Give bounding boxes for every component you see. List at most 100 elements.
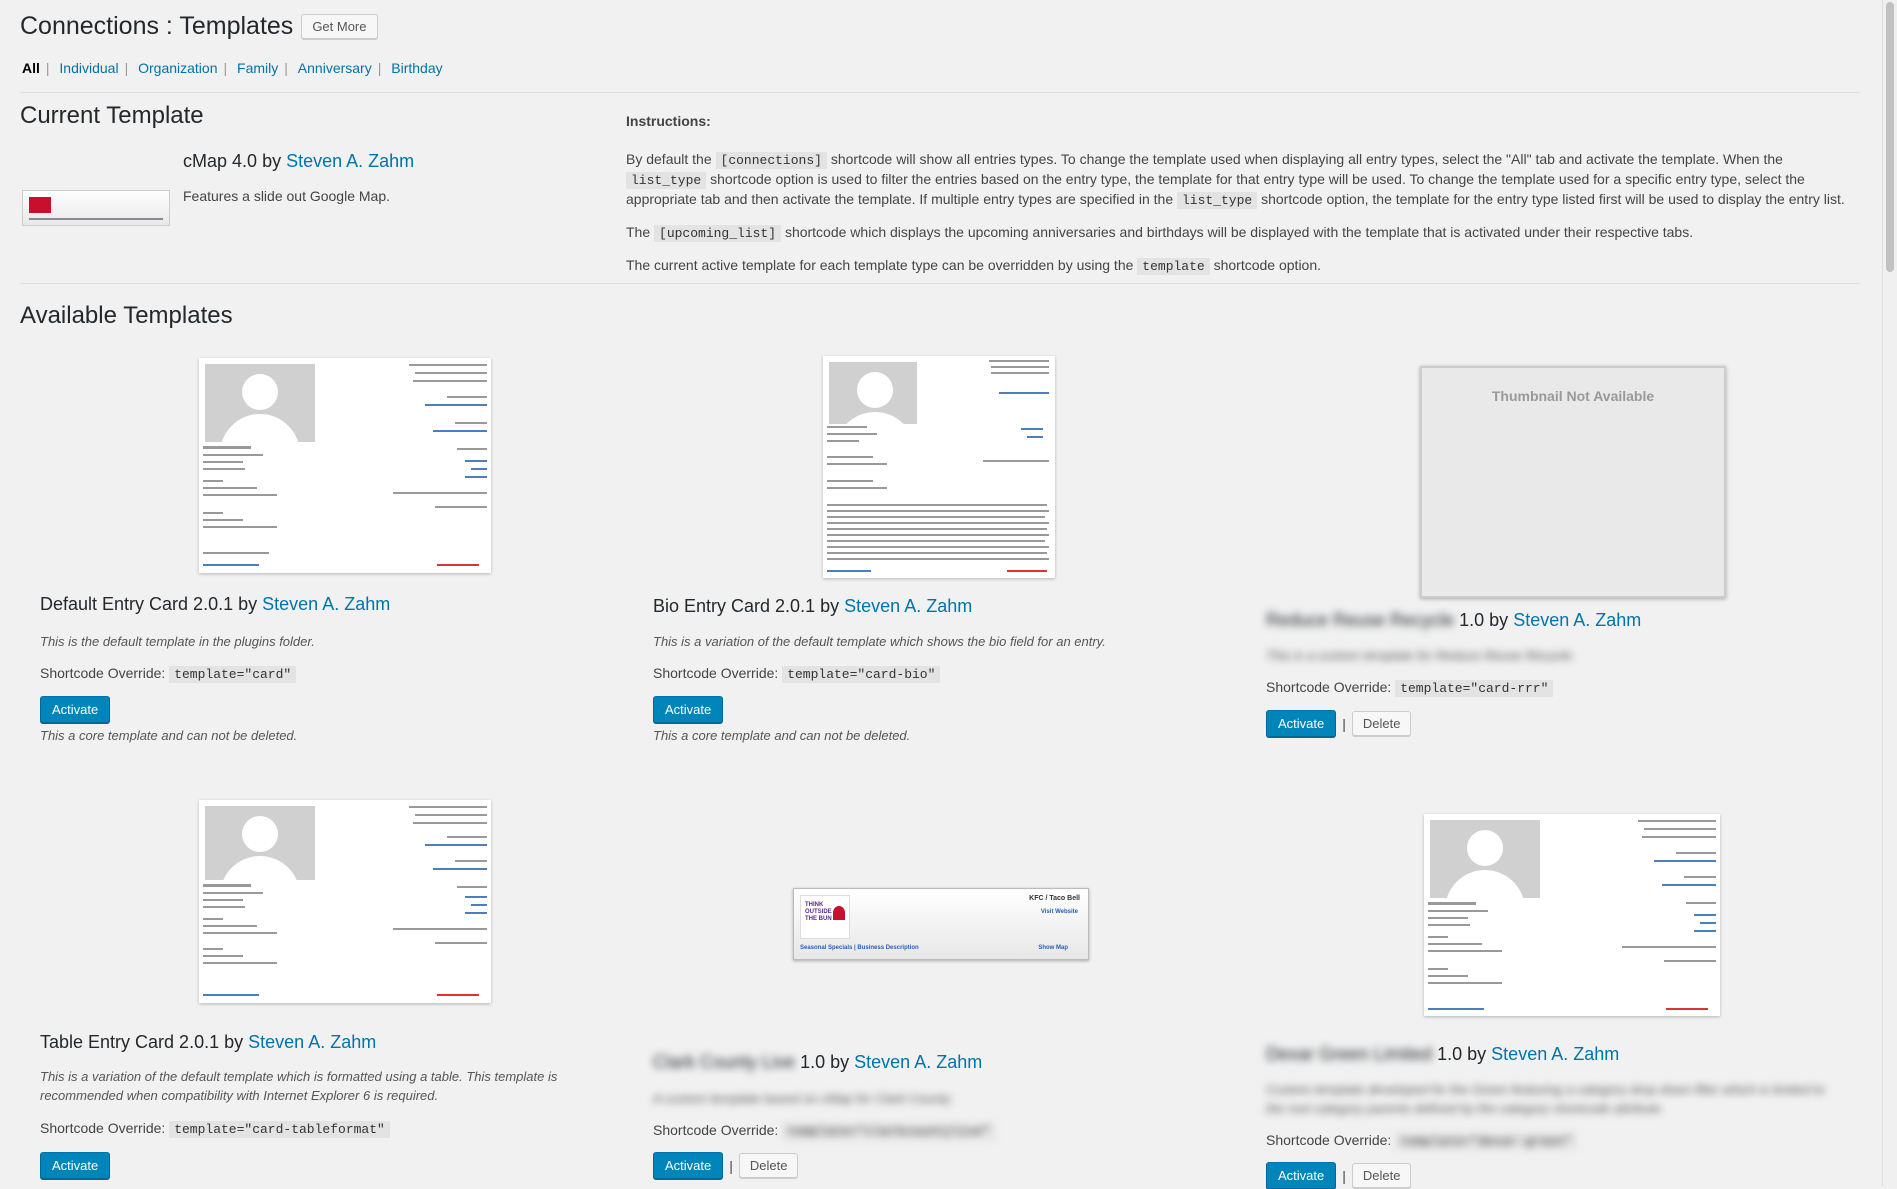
activate-button[interactable]: Activate: [40, 696, 111, 723]
filter-separator: |: [223, 60, 228, 76]
filter-family[interactable]: Family: [237, 60, 278, 76]
filter-organization[interactable]: Organization: [138, 60, 217, 76]
instructions-text: The: [626, 224, 651, 240]
template-description: Custom template developed for the Green …: [1266, 1082, 1825, 1116]
current-template-name: cMap 4.0 by Steven A. Zahm: [183, 151, 414, 172]
shortcode-value: template="card-rrr": [1395, 680, 1554, 697]
activate-button[interactable]: Activate: [40, 1152, 111, 1179]
filter-separator: |: [284, 60, 288, 76]
instructions-label: Instructions:: [626, 113, 711, 129]
filter-birthday[interactable]: Birthday: [391, 60, 442, 76]
delete-button[interactable]: Delete: [1351, 1163, 1412, 1188]
core-template-note: This a core template and can not be dele…: [653, 728, 911, 743]
divider: [20, 283, 1860, 284]
shortcode-code: [connections]: [715, 152, 827, 169]
activate-button[interactable]: Activate: [653, 1152, 724, 1179]
template-author-link[interactable]: Steven A. Zahm: [844, 596, 972, 616]
by-label: by: [224, 1032, 244, 1052]
instructions-text: shortcode option, the template for the e…: [1261, 191, 1845, 207]
by-label: by: [820, 596, 840, 616]
template-title: Default Entry Card 2.0.1: [40, 594, 234, 614]
template-thumbnail: [1424, 814, 1720, 1016]
instructions-text: By default the: [626, 151, 712, 167]
entry-card-preview: [199, 358, 491, 573]
thumbnail-not-available-text: Thumbnail Not Available: [1491, 388, 1655, 404]
logo-icon: [29, 197, 51, 213]
shortcode-label: Shortcode Override:: [40, 665, 166, 681]
shortcode-code: [upcoming_list]: [654, 225, 782, 242]
kfc-visit-link: Visit Website: [1040, 909, 1078, 915]
by-label: by: [1489, 610, 1509, 630]
thumbnail-bar: [29, 218, 163, 220]
get-more-button[interactable]: Get More: [301, 14, 378, 39]
template-actions: Activate | Delete: [1266, 1162, 1412, 1189]
core-template-note: This a core template and can not be dele…: [40, 728, 298, 743]
current-template-thumbnail: [22, 190, 170, 226]
instructions-paragraph-3: The current active template for each tem…: [626, 256, 1856, 276]
shortcode-value: template="clarkcountylive": [782, 1123, 996, 1140]
template-card-rrr: Thumbnail Not Available Reduce Reuse Rec…: [1266, 366, 1846, 746]
template-author-link[interactable]: Steven A. Zahm: [262, 594, 390, 614]
by-label: by: [1467, 1044, 1487, 1064]
delete-button[interactable]: Delete: [1351, 711, 1412, 736]
template-thumbnail: THINK OUTSIDE THE BUN KFC / Taco Bell Vi…: [793, 888, 1089, 960]
template-name: Clark County Live 1.0 by Steven A. Zahm: [653, 1052, 982, 1073]
logo-text: THINK OUTSIDE THE BUN: [805, 902, 832, 922]
template-description: A custom template based on cMap for Clar…: [653, 1091, 953, 1106]
shortcode-override: Shortcode Override: template="card-table…: [40, 1120, 390, 1138]
filter-all[interactable]: All: [22, 60, 40, 76]
avatar-placeholder-icon: [205, 806, 315, 880]
template-description: This is a custom template for Reduce Reu…: [1266, 648, 1576, 663]
activate-button[interactable]: Activate: [1266, 710, 1337, 737]
template-description: This is a variation of the default templ…: [653, 634, 1106, 649]
action-separator: |: [729, 1157, 733, 1174]
template-name: Bio Entry Card 2.0.1 by Steven A. Zahm: [653, 596, 972, 617]
template-author-link[interactable]: Steven A. Zahm: [248, 1032, 376, 1052]
shortcode-value: template="dexar-green": [1395, 1133, 1577, 1150]
template-thumbnail: [199, 358, 491, 573]
instructions-text: shortcode which displays the upcoming an…: [784, 224, 1694, 240]
avatar-placeholder-icon: [205, 364, 315, 442]
template-author-link[interactable]: Steven A. Zahm: [854, 1052, 982, 1072]
action-separator: |: [1342, 1167, 1346, 1184]
action-separator: |: [1342, 715, 1346, 732]
filter-anniversary[interactable]: Anniversary: [298, 60, 372, 76]
shortcode-override: Shortcode Override: template="dexar-gree…: [1266, 1132, 1577, 1150]
template-title-blurred: Reduce Reuse Recycle: [1266, 610, 1455, 630]
kfc-footer: Seasonal Specials | Business Description: [800, 945, 919, 951]
filter-individual[interactable]: Individual: [59, 60, 118, 76]
shortcode-label: Shortcode Override:: [653, 1122, 779, 1138]
template-author-link[interactable]: Steven A. Zahm: [1513, 610, 1641, 630]
template-card-bio: Bio Entry Card 2.0.1 by Steven A. Zahm T…: [653, 356, 1233, 746]
kfc-show-map: Show Map: [1038, 945, 1068, 951]
instructions-text: shortcode will show all entries types. T…: [830, 151, 1783, 167]
template-name: Default Entry Card 2.0.1 by Steven A. Za…: [40, 594, 390, 615]
instructions-paragraph-1: By default the [connections] shortcode w…: [626, 150, 1856, 210]
divider: [20, 92, 1860, 93]
shortcode-override: Shortcode Override: template="card": [40, 665, 297, 683]
current-template-author-link[interactable]: Steven A. Zahm: [286, 151, 414, 171]
activate-button[interactable]: Activate: [1266, 1162, 1337, 1189]
current-template-heading: Current Template: [20, 102, 204, 129]
kfc-title: KFC / Taco Bell: [1029, 895, 1080, 902]
by-label: by: [262, 151, 282, 171]
template-title: Bio Entry Card 2.0.1: [653, 596, 816, 616]
scrollbar-thumb[interactable]: [1886, 2, 1894, 272]
shortcode-override: Shortcode Override: template="card-bio": [653, 665, 941, 683]
template-name: Dexar Green Limited 1.0 by Steven A. Zah…: [1266, 1044, 1619, 1065]
template-author-link[interactable]: Steven A. Zahm: [1491, 1044, 1619, 1064]
vertical-scrollbar[interactable]: [1882, 0, 1897, 1186]
shortcode-code: list_type: [1177, 192, 1258, 209]
shortcode-label: Shortcode Override:: [40, 1120, 166, 1136]
delete-button[interactable]: Delete: [738, 1153, 799, 1178]
by-label: by: [830, 1052, 850, 1072]
shortcode-override: Shortcode Override: template="clarkcount…: [653, 1122, 996, 1140]
template-version: 1.0: [800, 1052, 826, 1072]
activate-button[interactable]: Activate: [653, 696, 724, 723]
template-type-filters: All | Individual | Organization | Family | A…: [22, 60, 449, 76]
instructions-paragraph-2: The [upcoming_list] shortcode which disp…: [626, 223, 1856, 243]
template-title-blurred: Dexar Green Limited: [1266, 1044, 1433, 1064]
entry-card-preview: [1424, 814, 1720, 1016]
shortcode-value: template="card-tableformat": [169, 1121, 390, 1138]
template-description: This is a variation of the default templ…: [40, 1069, 558, 1103]
